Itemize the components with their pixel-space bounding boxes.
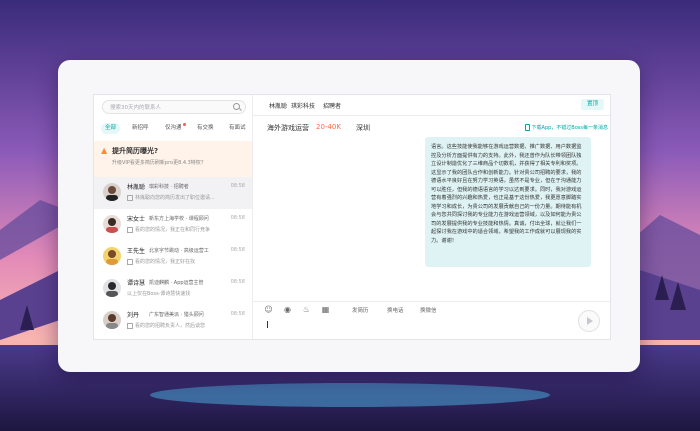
- contact-time: 08:58: [230, 183, 245, 189]
- unread-dot: [182, 123, 186, 126]
- contact-company: 广东智通美派 · 猎头顾问: [149, 312, 204, 318]
- contact-time: 08:58: [230, 215, 245, 221]
- filter-label: 仅沟通: [165, 125, 182, 131]
- job-city: 深圳: [356, 124, 370, 132]
- contact-company: 凯迪麒麟 · App运营主管: [149, 280, 204, 286]
- conversation-header: 林胤聪 琪彩科技 招聘者 置顶: [253, 95, 610, 116]
- contact-time: 08:58: [230, 311, 245, 317]
- recruiter-title: 招聘者: [323, 103, 342, 110]
- contact-panel: 搜索30天内的联系人 全部 新招呼 仅沟通 有交换 有面试 ▲ 提升简历曝光? …: [94, 95, 253, 339]
- banner-subtitle: 升级VIP看更多简历刷新pro更8.4.3特权?: [112, 160, 204, 166]
- filter-tab-interview[interactable]: 有面试: [225, 123, 250, 134]
- emoji-icon[interactable]: ☺: [263, 304, 274, 315]
- avatar: [103, 311, 121, 329]
- contact-preview-row: 以上仅在Boss·谭诗慧快速找: [127, 290, 190, 297]
- filter-tab-chat-only[interactable]: 仅沟通: [161, 123, 186, 134]
- contact-time: 08:58: [230, 279, 245, 285]
- contact-preview-row: 看的您的招聘负责人，然后谈您: [127, 322, 205, 329]
- chat-app-window: 搜索30天内的联系人 全部 新招呼 仅沟通 有交换 有面试 ▲ 提升简历曝光? …: [93, 94, 611, 340]
- flame-icon: ▲: [101, 146, 108, 155]
- search-placeholder: 搜索30天内的联系人: [110, 105, 161, 111]
- promo-banner[interactable]: ▲ 提升简历曝光? 升级VIP看更多简历刷新pro更8.4.3特权?: [94, 141, 252, 177]
- contact-name: 刘丹: [127, 312, 140, 319]
- contact-preview: 看的您的情况，我正好在找: [135, 259, 196, 265]
- job-salary: 20-40K: [316, 123, 341, 131]
- avatar: [103, 183, 121, 201]
- contact-time: 08:58: [230, 247, 245, 253]
- contact-company: 北京字节跳动 · 高级运营工: [149, 248, 209, 254]
- filter-tab-exchanged[interactable]: 有交换: [193, 123, 218, 134]
- banner-title: 提升简历曝光?: [112, 147, 159, 155]
- pin-button[interactable]: 置顶: [580, 99, 604, 110]
- contact-item[interactable]: 宋女士 新东方上海学校 · 课程顾问 08:58 看的您的情况，我正在和同行竞争: [94, 209, 252, 241]
- contact-item[interactable]: 刘丹 广东智通美派 · 猎头顾问 08:58 看的您的招聘负责人，然后谈您: [94, 305, 252, 337]
- bell-icon[interactable]: ♨: [301, 304, 312, 315]
- download-app-text: 下载App，不错过Boss每一条消息: [531, 125, 608, 131]
- contact-name: 宋女士: [127, 216, 146, 223]
- contact-item[interactable]: 谭诗慧 凯迪麒麟 · App运营主管 08:58 以上仅在Boss·谭诗慧快速找: [94, 273, 252, 305]
- read-checkbox-icon: [127, 322, 133, 329]
- read-checkbox-icon: [127, 226, 133, 233]
- contact-preview: 以上仅在Boss·谭诗慧快速找: [127, 291, 191, 297]
- exchange-wechat-button[interactable]: 换微信: [420, 306, 437, 314]
- search-icon[interactable]: [233, 103, 240, 110]
- avatar: [103, 279, 121, 297]
- image-icon[interactable]: ▦: [320, 304, 331, 315]
- filter-tab-all[interactable]: 全部: [101, 123, 121, 134]
- quick-reply-icon[interactable]: ◉: [282, 304, 293, 315]
- contact-item[interactable]: 林胤聪 琪彩科技 · 招聘者 08:58 林胤聪向您的简历发出了职位邀请...: [94, 177, 252, 209]
- contact-preview: 看的您的情况，我正在和同行竞争: [135, 227, 211, 233]
- composer-divider: [253, 301, 610, 302]
- contact-preview: 林胤聪向您的简历发出了职位邀请...: [135, 195, 215, 201]
- message-bubble: 语言。这些技能使我能够在游戏运营数据、推广数据、用户数据监控及分析方面提供有力的…: [425, 137, 591, 267]
- contact-name: 林胤聪: [127, 184, 146, 191]
- text-cursor: [267, 321, 268, 328]
- phone-icon: [524, 124, 530, 131]
- avatar: [103, 215, 121, 233]
- contact-preview-row: 看的您的情况，我正在和同行竞争: [127, 226, 210, 233]
- search-input[interactable]: 搜索30天内的联系人: [102, 100, 246, 114]
- download-app-link[interactable]: 下载App，不错过Boss每一条消息: [524, 124, 608, 131]
- contact-company: 新东方上海学校 · 课程顾问: [149, 216, 209, 222]
- recruiter-name: 林胤聪: [269, 103, 288, 110]
- contact-preview-row: 林胤聪向您的简历发出了职位邀请...: [127, 194, 215, 201]
- conversation-panel: 林胤聪 琪彩科技 招聘者 置顶 海外游戏运营 20-40K 深圳 下载App，不…: [253, 95, 610, 339]
- read-checkbox-icon: [127, 194, 133, 201]
- contact-item[interactable]: 王先生 北京字节跳动 · 高级运营工 08:58 看的您的情况，我正好在找: [94, 241, 252, 273]
- contact-name: 谭诗慧: [127, 280, 146, 287]
- contact-preview: 看的您的招聘负责人，然后谈您: [135, 323, 206, 329]
- contact-company: 琪彩科技 · 招聘者: [149, 184, 189, 190]
- job-info-bar[interactable]: 海外游戏运营 20-40K 深圳 下载App，不错过Boss每一条消息: [253, 116, 610, 138]
- job-name: 海外游戏运营: [267, 124, 309, 132]
- contact-preview-row: 看的您的情况，我正好在找: [127, 258, 195, 265]
- exchange-phone-button[interactable]: 换电话: [387, 306, 404, 314]
- avatar: [103, 247, 121, 265]
- filter-tab-new[interactable]: 新招呼: [128, 123, 153, 134]
- send-button[interactable]: [578, 310, 600, 332]
- read-checkbox-icon: [127, 258, 133, 265]
- contact-name: 王先生: [127, 248, 146, 255]
- send-resume-button[interactable]: 发简历: [352, 306, 369, 314]
- recruiter-company: 琪彩科技: [291, 103, 316, 110]
